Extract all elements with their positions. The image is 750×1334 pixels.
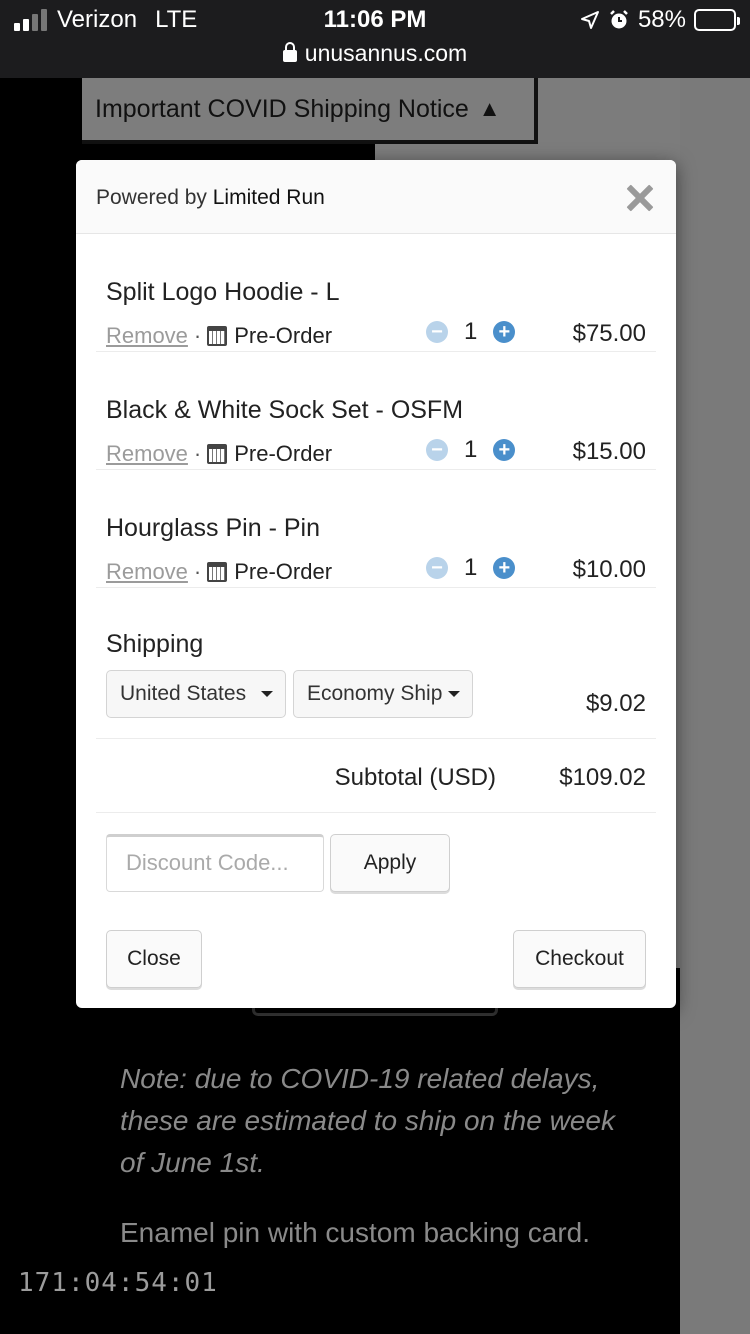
brand-name: Limited Run — [212, 186, 325, 209]
shipping-note: Note: due to COVID-19 related delays, th… — [120, 1063, 615, 1178]
calendar-icon — [207, 562, 228, 582]
separator: · — [193, 441, 202, 466]
item-name: Hourglass Pin - Pin — [106, 514, 320, 542]
remove-link[interactable]: Remove — [106, 441, 188, 467]
countdown-timer: 171:04:54:01 — [18, 1268, 218, 1298]
plus-icon[interactable]: + — [493, 439, 516, 461]
product-description: Enamel pin with custom backing card. — [120, 1217, 590, 1248]
discount-code-input[interactable]: Discount Code... — [106, 834, 324, 892]
cart-item: Black & White Sock Set - OSFM Remove · P… — [96, 352, 656, 470]
collapse-arrow-icon: ▲ — [478, 96, 501, 121]
checkout-button[interactable]: Checkout — [513, 930, 646, 988]
minus-icon[interactable]: − — [426, 557, 448, 579]
quantity-value: 1 — [464, 436, 478, 463]
plus-icon[interactable]: + — [493, 321, 516, 343]
shipping-price: $9.02 — [585, 690, 646, 717]
covid-notice-label: Important COVID Shipping Notice — [95, 94, 469, 123]
remove-link[interactable]: Remove — [106, 559, 188, 585]
address-bar[interactable]: unusannus.com — [0, 40, 750, 67]
country-select[interactable]: United States — [106, 670, 286, 718]
lock-icon — [282, 42, 297, 62]
preorder-status: Pre-Order — [234, 559, 333, 584]
battery-icon — [694, 9, 740, 31]
status-right: 58% — [580, 6, 740, 34]
quantity-value: 1 — [464, 318, 478, 345]
item-meta: Remove · Pre-Order — [106, 323, 332, 349]
quantity-stepper: − 1 + — [426, 554, 516, 582]
cart-item: Split Logo Hoodie - L Remove · Pre-Order… — [96, 234, 656, 352]
separator: · — [193, 559, 202, 584]
shipping-title: Shipping — [106, 630, 204, 658]
minus-icon[interactable]: − — [426, 439, 448, 461]
status-bar: Verizon LTE 11:06 PM 58% unusannus.com — [0, 0, 750, 78]
location-icon — [580, 11, 599, 29]
page-side-area — [680, 78, 750, 1334]
subtotal-value: $109.02 — [559, 764, 646, 791]
item-price: $15.00 — [572, 438, 646, 465]
url-text: unusannus.com — [304, 40, 468, 66]
calendar-icon — [207, 326, 228, 346]
cart-item: Hourglass Pin - Pin Remove · Pre-Order −… — [96, 470, 656, 588]
apply-button[interactable]: Apply — [330, 834, 450, 892]
separator: · — [193, 323, 202, 348]
item-meta: Remove · Pre-Order — [106, 441, 332, 467]
close-icon[interactable] — [626, 184, 654, 212]
preorder-status: Pre-Order — [234, 323, 333, 348]
shipping-section: Shipping United States Economy Ship $9.0… — [96, 606, 656, 739]
item-price: $10.00 — [572, 556, 646, 583]
shipping-method-select[interactable]: Economy Ship — [293, 670, 473, 718]
modal-header: Powered by Limited Run — [76, 160, 676, 234]
close-button[interactable]: Close — [106, 930, 202, 988]
powered-by-label: Powered by — [96, 186, 207, 209]
calendar-icon — [207, 444, 228, 464]
covid-notice-toggle[interactable]: Important COVID Shipping Notice ▲ — [82, 78, 538, 144]
item-name: Split Logo Hoodie - L — [106, 278, 340, 306]
quantity-stepper: − 1 + — [426, 436, 516, 464]
subtotal-row: Subtotal (USD) $109.02 — [96, 739, 656, 813]
remove-link[interactable]: Remove — [106, 323, 188, 349]
item-name: Black & White Sock Set - OSFM — [106, 396, 464, 424]
item-price: $75.00 — [572, 320, 646, 347]
battery-percent: 58% — [637, 6, 686, 33]
quantity-value: 1 — [464, 554, 478, 581]
cart-modal: Powered by Limited Run Split Logo Hoodie… — [76, 160, 676, 1008]
minus-icon[interactable]: − — [426, 321, 448, 343]
quantity-stepper: − 1 + — [426, 318, 516, 346]
powered-by: Powered by Limited Run — [96, 186, 325, 210]
plus-icon[interactable]: + — [493, 557, 516, 579]
alarm-icon — [610, 10, 628, 29]
preorder-status: Pre-Order — [234, 441, 333, 466]
item-meta: Remove · Pre-Order — [106, 559, 332, 585]
subtotal-label: Subtotal (USD) — [334, 764, 496, 791]
